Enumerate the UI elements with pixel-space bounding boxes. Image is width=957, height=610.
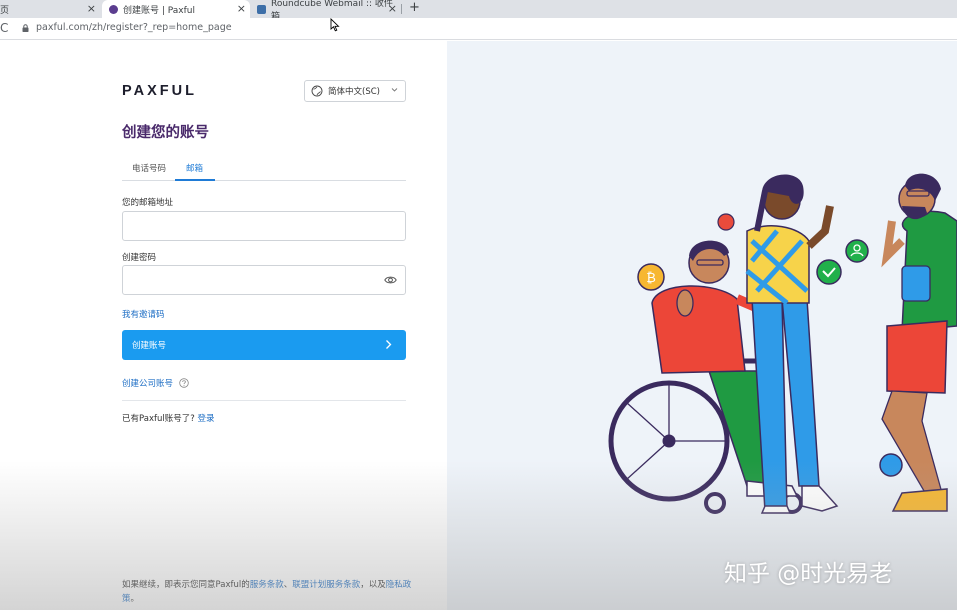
invite-code-link[interactable]: 我有邀请码	[122, 308, 165, 320]
terms-sep: 、	[283, 580, 293, 590]
people-illustration: ₿	[608, 173, 957, 514]
signup-method-tabs: 电话号码 邮箱	[122, 156, 406, 181]
registration-panel: PAXFUL 简体中文(SC) 创建您的账号 电话号码 邮箱 您的邮箱地址 创建…	[0, 41, 447, 610]
affiliate-terms-link[interactable]: 联盟计划服务条款	[292, 580, 360, 590]
tab-phone[interactable]: 电话号码	[132, 162, 166, 174]
reload-icon[interactable]: C	[0, 21, 8, 35]
terms-suffix: 。	[130, 594, 140, 604]
create-account-button[interactable]: 创建账号	[122, 330, 406, 360]
browser-tab-previous[interactable]: 页 ×	[0, 0, 100, 18]
lock-icon[interactable]	[22, 24, 29, 32]
close-icon[interactable]: ×	[87, 2, 96, 15]
have-account-text: 已有Paxful账号了?	[122, 414, 195, 424]
browser-tab-roundcube[interactable]: Roundcube Webmail :: 收件箱 ×	[251, 0, 401, 22]
roundcube-favicon-icon	[257, 4, 266, 14]
language-selector[interactable]: 简体中文(SC)	[304, 80, 406, 102]
password-field-label: 创建密码	[122, 253, 157, 263]
password-field[interactable]	[122, 265, 406, 295]
svg-text:₿: ₿	[646, 271, 656, 286]
browser-tab-paxful[interactable]: 创建账号 | Paxful ×	[102, 0, 250, 18]
bitcoin-bubble-icon: ₿	[637, 263, 665, 291]
tab-title: 页	[0, 5, 10, 16]
show-password-eye-icon[interactable]	[384, 275, 397, 285]
tab-separator	[401, 4, 402, 14]
login-link[interactable]: 登录	[197, 414, 214, 424]
terms-sep: ，以及	[360, 580, 386, 590]
paxful-logo[interactable]: PAXFUL	[122, 83, 197, 99]
login-prompt: 已有Paxful账号了? 登录	[122, 412, 214, 424]
new-tab-button[interactable]: +	[409, 0, 420, 16]
heart-bubble-icon	[717, 213, 735, 231]
mouse-cursor-icon	[330, 18, 340, 32]
terms-notice: 如果继续，即表示您同意Paxful的服务条款、联盟计划服务条款，以及隐私政策。	[122, 578, 412, 606]
close-icon[interactable]: ×	[237, 2, 246, 15]
page-title: 创建您的账号	[122, 125, 209, 141]
service-terms-link[interactable]: 服务条款	[250, 580, 284, 590]
tab-title: 创建账号 | Paxful	[123, 5, 195, 16]
chevron-down-icon	[391, 88, 398, 92]
blue-bubble-icon	[879, 453, 903, 477]
close-icon[interactable]: ×	[388, 2, 397, 15]
illustration-panel: ₿	[447, 41, 957, 610]
browser-tab-strip: 页 × 创建账号 | Paxful × Roundcube Webmail ::…	[0, 0, 957, 22]
globe-icon	[311, 85, 323, 97]
email-field[interactable]	[122, 211, 406, 241]
zhihu-watermark: 知乎 @时光易老	[724, 561, 893, 587]
user-bubble-icon	[845, 239, 869, 263]
help-icon[interactable]	[179, 378, 189, 388]
paxful-favicon-icon	[109, 4, 118, 14]
tab-email[interactable]: 邮箱	[186, 162, 203, 174]
page: PAXFUL 简体中文(SC) 创建您的账号 电话号码 邮箱 您的邮箱地址 创建…	[0, 41, 957, 610]
check-bubble-icon	[816, 259, 842, 285]
terms-prefix: 如果继续，即表示您同意Paxful的	[122, 580, 250, 590]
divider	[122, 400, 406, 401]
email-field-label: 您的邮箱地址	[122, 198, 174, 208]
address-bar: C paxful.com/zh/register?_rep=home_page	[0, 18, 957, 40]
company-account-link[interactable]: 创建公司账号	[122, 377, 173, 389]
chevron-right-icon	[386, 340, 392, 349]
create-account-button-label: 创建账号	[132, 341, 167, 351]
language-label: 简体中文(SC)	[328, 87, 380, 97]
url-text[interactable]: paxful.com/zh/register?_rep=home_page	[36, 22, 232, 33]
company-account-row: 创建公司账号	[122, 377, 189, 389]
active-tab-indicator	[175, 179, 215, 181]
